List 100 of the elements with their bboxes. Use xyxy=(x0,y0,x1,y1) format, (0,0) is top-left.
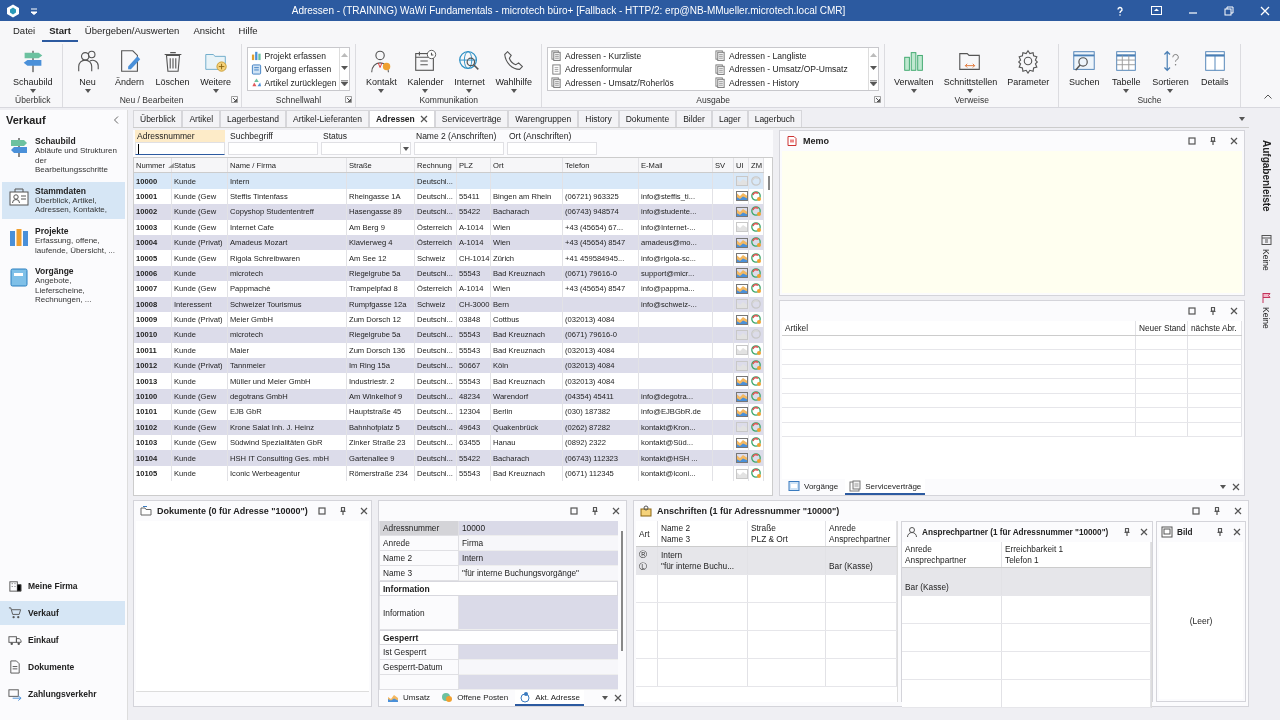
column-header[interactable]: Ansprechpartner xyxy=(829,533,893,544)
close-icon[interactable] xyxy=(1234,507,1242,515)
expand-gallery-icon[interactable] xyxy=(870,79,878,86)
module-item[interactable]: Stammdaten Überblick, Artikel, Adressen, Kontakte, xyxy=(2,181,125,219)
close-icon[interactable] xyxy=(1230,137,1238,145)
ribbon-button[interactable]: Internet xyxy=(449,46,490,97)
collapse-ribbon-icon[interactable] xyxy=(1264,94,1272,99)
ribbon-tab[interactable]: Hilfe xyxy=(231,22,265,42)
pin-icon[interactable] xyxy=(1214,507,1220,515)
column-header[interactable]: Neuer Stand xyxy=(1139,323,1186,333)
chart-icon[interactable] xyxy=(736,391,748,402)
gallery-item[interactable]: Adressen - Umsatz/Roherlös xyxy=(551,76,702,90)
ribbon-tab[interactable]: Datei xyxy=(6,22,43,42)
scrollbar-thumb[interactable] xyxy=(621,531,623,651)
status-circle-icon[interactable] xyxy=(751,221,762,233)
gallery-item[interactable]: Vorgang erfassen xyxy=(250,62,337,76)
task-item[interactable]: Keine xyxy=(1260,233,1272,271)
caret-icon[interactable] xyxy=(967,89,974,93)
tab-list-icon[interactable] xyxy=(1220,485,1226,489)
close-icon[interactable] xyxy=(419,115,428,123)
chart-icon[interactable] xyxy=(736,206,748,217)
maximize-icon[interactable] xyxy=(1188,307,1196,315)
task-item[interactable]: Keine xyxy=(1260,292,1272,330)
status-circle-icon[interactable] xyxy=(751,252,762,264)
maximize-icon[interactable] xyxy=(570,507,578,515)
document-tab[interactable]: Serviceverträge xyxy=(434,110,509,127)
close-icon[interactable] xyxy=(1230,307,1238,315)
panel-tab[interactable]: Vorgänge xyxy=(784,479,843,495)
ribbon-tab[interactable]: Ansicht xyxy=(186,22,232,42)
navigation-item[interactable]: Verkauf xyxy=(0,601,125,625)
dialog-launcher-icon[interactable] xyxy=(230,96,238,103)
input-field[interactable] xyxy=(228,142,318,155)
input-field[interactable] xyxy=(321,142,411,155)
input-field[interactable] xyxy=(507,142,597,155)
gallery-item[interactable]: Adressenformular xyxy=(551,62,702,76)
panel-tab[interactable]: Serviceverträge xyxy=(845,479,926,495)
document-tab[interactable]: History xyxy=(578,110,619,127)
document-tab[interactable]: Artikel xyxy=(182,110,221,127)
caret-icon[interactable] xyxy=(212,89,219,93)
ribbon-display-icon[interactable] xyxy=(1151,6,1162,15)
column-header[interactable]: nächste Abr. xyxy=(1191,323,1237,333)
ribbon-button[interactable]: Neu xyxy=(67,46,108,97)
status-circle-icon[interactable] xyxy=(751,190,762,202)
maximize-icon[interactable] xyxy=(1188,137,1196,145)
input-field[interactable] xyxy=(414,142,504,155)
chart-icon[interactable] xyxy=(736,437,748,448)
close-icon[interactable] xyxy=(1140,528,1148,536)
status-circle-icon[interactable] xyxy=(751,267,762,279)
property-field[interactable] xyxy=(459,660,618,675)
document-tab[interactable]: Überblick xyxy=(133,110,183,127)
column-header[interactable]: Telefon 1 xyxy=(1005,554,1147,565)
tab-list-icon[interactable] xyxy=(602,696,608,700)
pin-icon[interactable] xyxy=(592,507,598,515)
module-item[interactable]: Projekte Erfassung, offene, laufende, Übersicht, ... xyxy=(2,221,125,260)
ribbon-button[interactable]: Ändern xyxy=(109,46,150,97)
ribbon-button[interactable]: Tabelle xyxy=(1106,46,1147,97)
ribbon-button[interactable]: Sortieren xyxy=(1148,46,1193,97)
ribbon-button[interactable]: Weitere xyxy=(195,46,236,97)
ribbon-button[interactable]: Suchen xyxy=(1064,46,1105,97)
status-circle-icon[interactable] xyxy=(751,360,762,372)
close-icon[interactable] xyxy=(612,507,620,515)
status-circle-icon[interactable] xyxy=(751,421,762,433)
taskbar-title[interactable]: Aufgabenleiste xyxy=(1260,140,1272,212)
status-circle-icon[interactable] xyxy=(751,375,762,387)
property-field[interactable]: "für interne Buchungsvorgänge" xyxy=(459,566,618,581)
panel-tab[interactable]: Akt. Adresse xyxy=(515,690,585,706)
status-circle-icon[interactable] xyxy=(751,452,762,464)
status-circle-icon[interactable] xyxy=(751,344,762,356)
document-tab[interactable]: Lagerbuch xyxy=(747,110,802,127)
caret-icon[interactable] xyxy=(1167,89,1174,93)
module-item[interactable]: Vorgänge Angebote, Lieferscheine, Rechnungen, ... xyxy=(2,262,125,309)
column-header[interactable]: Erreichbarkeit 1 xyxy=(1005,544,1147,555)
ribbon-button[interactable]: Kalender xyxy=(403,46,448,97)
navigation-item[interactable]: Dokumente xyxy=(0,655,125,679)
chart-icon[interactable] xyxy=(736,314,748,325)
property-field[interactable]: 10000 xyxy=(459,521,618,536)
ribbon-button[interactable]: Details xyxy=(1194,46,1235,97)
ribbon-button[interactable]: Löschen xyxy=(151,46,194,97)
column-header[interactable]: Ansprechpartner xyxy=(905,554,998,565)
status-circle-icon[interactable] xyxy=(751,283,762,295)
property-field[interactable] xyxy=(459,596,618,630)
scroll-down-icon[interactable] xyxy=(870,66,878,71)
gallery-item[interactable]: Adressen - Umsatz/OP-Umsatz xyxy=(715,62,866,76)
table-row[interactable]: Bar (Kasse) xyxy=(902,568,1151,596)
navigation-item[interactable]: Meine Firma xyxy=(0,574,125,598)
gallery-item[interactable]: Adressen - Kurzliste xyxy=(551,49,702,63)
panel-tab[interactable]: Umsatz xyxy=(383,690,435,706)
caret-icon[interactable] xyxy=(29,89,36,93)
module-item[interactable]: Schaubild Abläufe und Strukturen der Bearbeitungsschritte xyxy=(2,132,125,179)
document-tab[interactable]: Lager xyxy=(711,110,748,127)
caret-icon[interactable] xyxy=(466,89,473,93)
status-circle-icon[interactable] xyxy=(751,237,762,249)
input-field[interactable] xyxy=(135,142,225,155)
column-header[interactable]: Name 2 xyxy=(661,523,744,534)
gallery-item[interactable]: Projekt erfassen xyxy=(250,49,337,63)
document-tab[interactable]: Warengruppen xyxy=(508,110,579,127)
close-icon[interactable] xyxy=(1233,528,1241,536)
navigation-item[interactable]: Zahlungsverkehr xyxy=(0,682,125,706)
caret-icon[interactable] xyxy=(422,89,429,93)
help-icon[interactable] xyxy=(1115,5,1125,16)
